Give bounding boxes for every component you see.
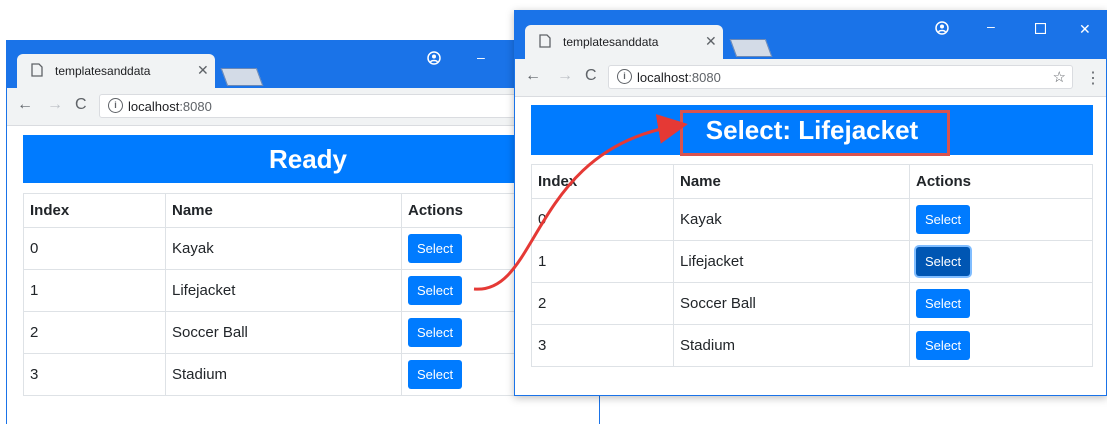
address-bar[interactable]: i localhost:8080 ☆ — [608, 65, 1073, 89]
minimize-icon[interactable]: – — [987, 18, 995, 34]
index-cell: 0 — [23, 227, 166, 270]
index-cell: 3 — [531, 324, 674, 367]
table-row: 2 Soccer Ball Select — [23, 311, 593, 354]
browser-window-left: templatesanddata ✕ – ← → C i localhost:8… — [6, 40, 600, 424]
column-header-name: Name — [673, 164, 910, 199]
url-port: :8080 — [179, 99, 212, 114]
index-cell: 1 — [23, 269, 166, 312]
back-icon[interactable]: ← — [17, 96, 33, 114]
url-text: localhost:8080 — [637, 70, 721, 85]
profile-icon[interactable] — [427, 51, 441, 68]
info-icon[interactable]: i — [617, 69, 632, 84]
select-button[interactable]: Select — [408, 360, 463, 389]
page-icon — [539, 34, 551, 53]
url-port: :8080 — [688, 70, 721, 85]
maximize-icon[interactable] — [1034, 21, 1047, 37]
table-row: 0 Kayak Select — [531, 198, 1093, 241]
index-cell: 2 — [23, 311, 166, 354]
page-content: Ready Index Name Actions 0 Kayak Select … — [7, 126, 599, 424]
product-table: Index Name Actions 0 Kayak Select 1 Life… — [23, 193, 593, 396]
reload-icon[interactable]: C — [585, 67, 597, 85]
name-cell: Soccer Ball — [165, 311, 402, 354]
name-cell: Stadium — [165, 353, 402, 396]
browser-window-right: templatesanddata ✕ – ✕ ← → C i localhost… — [514, 10, 1107, 396]
title-bar: templatesanddata ✕ – — [7, 41, 599, 88]
name-cell: Lifejacket — [165, 269, 402, 312]
table-row: 0 Kayak Select — [23, 227, 593, 270]
select-button[interactable]: Select — [408, 276, 463, 305]
new-tab-button[interactable] — [729, 39, 773, 57]
close-tab-icon[interactable]: ✕ — [705, 33, 717, 50]
table-row: 1 Lifejacket Select — [23, 269, 593, 312]
more-menu-icon[interactable]: ⋮ — [1085, 68, 1101, 88]
table-row: 3 Stadium Select — [23, 353, 593, 396]
new-tab-button[interactable] — [220, 68, 264, 86]
name-cell: Stadium — [673, 324, 910, 367]
reload-icon[interactable]: C — [75, 96, 87, 114]
tab-title: templatesanddata — [563, 35, 659, 49]
title-bar: templatesanddata ✕ – ✕ — [515, 11, 1106, 59]
index-cell: 0 — [531, 198, 674, 241]
table-row: 1 Lifejacket Select — [531, 240, 1093, 283]
close-window-icon[interactable]: ✕ — [1079, 21, 1091, 38]
select-button[interactable]: Select — [408, 234, 463, 263]
column-header-index: Index — [531, 164, 674, 199]
name-cell: Kayak — [673, 198, 910, 241]
table-row: 3 Stadium Select — [531, 324, 1093, 367]
forward-icon[interactable]: → — [47, 96, 63, 114]
star-icon[interactable]: ☆ — [1053, 68, 1066, 86]
index-cell: 3 — [23, 353, 166, 396]
column-header-actions: Actions — [909, 164, 1093, 199]
name-cell: Lifejacket — [673, 240, 910, 283]
browser-toolbar: ← → C i localhost:8080 ☆ ⋮ — [515, 59, 1106, 97]
table-row: 2 Soccer Ball Select — [531, 282, 1093, 325]
table-header-row: Index Name Actions — [531, 164, 1093, 199]
forward-icon[interactable]: → — [557, 67, 573, 85]
index-cell: 1 — [531, 240, 674, 283]
select-button[interactable]: Select — [916, 289, 971, 318]
select-button[interactable]: Select — [916, 205, 971, 234]
name-cell: Soccer Ball — [673, 282, 910, 325]
select-button[interactable]: Select — [916, 331, 971, 360]
url-text: localhost:8080 — [128, 99, 212, 114]
name-cell: Kayak — [165, 227, 402, 270]
browser-tab[interactable]: templatesanddata ✕ — [17, 54, 215, 88]
minimize-icon[interactable]: – — [477, 49, 485, 65]
browser-tab[interactable]: templatesanddata ✕ — [525, 25, 723, 59]
page-icon — [31, 63, 43, 82]
url-host: localhost — [128, 99, 180, 114]
product-table: Index Name Actions 0 Kayak Select 1 Life… — [531, 164, 1093, 367]
status-banner: Ready — [23, 135, 593, 183]
table-header-row: Index Name Actions — [23, 193, 593, 228]
info-icon[interactable]: i — [108, 98, 123, 113]
close-tab-icon[interactable]: ✕ — [197, 62, 209, 79]
annotation-highlight-box — [680, 110, 950, 156]
column-header-name: Name — [165, 193, 402, 228]
url-host: localhost — [637, 70, 689, 85]
select-button[interactable]: Select — [408, 318, 463, 347]
select-button-active[interactable]: Select — [916, 247, 971, 276]
index-cell: 2 — [531, 282, 674, 325]
browser-toolbar: ← → C i localhost:8080 — [7, 88, 599, 126]
column-header-index: Index — [23, 193, 166, 228]
profile-icon[interactable] — [935, 21, 949, 38]
tab-title: templatesanddata — [55, 64, 151, 78]
back-icon[interactable]: ← — [525, 67, 541, 85]
